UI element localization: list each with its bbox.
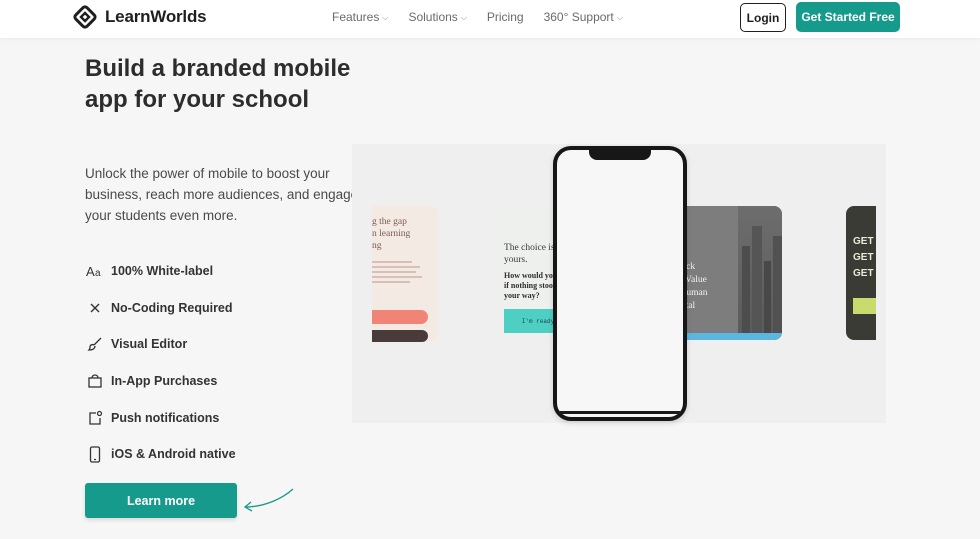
shopping-bag-icon (85, 371, 105, 391)
card-body-placeholder (372, 258, 432, 286)
menu-item-features[interactable]: Features ⌵ (332, 10, 388, 24)
brand-logo[interactable]: LearnWorlds (72, 4, 207, 30)
feature-item: iOS & Android native (85, 436, 236, 473)
feature-label: No-Coding Required (111, 300, 233, 315)
page-title: Build a branded mobile app for your scho… (85, 55, 351, 113)
feature-list: Aa 100% White-label No-Coding Required V… (85, 253, 236, 473)
close-icon (85, 298, 105, 318)
app-preview-card: nlock ne Value f Human apital (674, 206, 782, 340)
mobile-icon (85, 444, 105, 464)
feature-item: In-App Purchases (85, 363, 236, 400)
font-icon: Aa (85, 261, 105, 281)
feature-label: Visual Editor (111, 337, 188, 352)
chevron-down-icon: ⌵ (382, 13, 389, 22)
card-button (853, 298, 876, 314)
phone-home-bar (560, 411, 680, 414)
learnworlds-logo-icon (72, 4, 98, 30)
feature-label: In-App Purchases (111, 374, 218, 389)
card-heading: The choice is yours. (504, 243, 555, 265)
feature-label: iOS & Android native (111, 447, 236, 462)
get-started-button[interactable]: Get Started Free (796, 2, 900, 32)
city-image (738, 206, 782, 340)
hero-description: Unlock the power of mobile to boost your… (85, 166, 359, 223)
menu-item-pricing[interactable]: Pricing (487, 10, 524, 24)
menu-item-label: Solutions (408, 10, 458, 24)
svg-text:A: A (86, 264, 95, 278)
menu-item-label: 360° Support (543, 10, 614, 24)
chevron-down-icon: ⌵ (616, 13, 623, 22)
brush-icon (85, 334, 105, 354)
feature-item: Visual Editor (85, 326, 236, 363)
card-heading: g the gap n learning ng (372, 217, 411, 251)
notification-icon (85, 408, 105, 428)
card-button (674, 333, 782, 340)
feature-item: Push notifications (85, 399, 236, 436)
login-button[interactable]: Login (740, 3, 786, 32)
learn-more-button[interactable]: Learn more (85, 483, 237, 518)
top-navigation: LearnWorlds Features ⌵ Solutions ⌵ Prici… (0, 0, 980, 38)
app-preview-card: GET GET GET (846, 206, 876, 340)
chevron-down-icon: ⌵ (460, 13, 467, 22)
card-button (372, 310, 428, 324)
feature-label: Push notifications (111, 410, 220, 425)
feature-item: No-Coding Required (85, 290, 236, 327)
card-heading: GET GET GET (853, 236, 874, 279)
menu-item-support[interactable]: 360° Support ⌵ (544, 10, 623, 24)
menu-item-label: Pricing (486, 10, 524, 24)
phone-screen (560, 156, 680, 412)
main-menu: Features ⌵ Solutions ⌵ Pricing 360° Supp… (332, 10, 643, 24)
app-preview-card: g the gap n learning ng (372, 206, 438, 342)
card-button (372, 330, 428, 342)
feature-item: Aa 100% White-label (85, 253, 236, 290)
app-showcase: g the gap n learning ng The choice is yo… (352, 144, 886, 423)
brand-name: LearnWorlds (105, 7, 207, 26)
phone-mockup (553, 146, 687, 421)
pointer-arrow-icon (242, 487, 296, 518)
feature-label: 100% White-label (111, 264, 214, 279)
menu-item-label: Features (332, 10, 380, 24)
svg-text:a: a (95, 268, 101, 278)
menu-item-solutions[interactable]: Solutions ⌵ (408, 10, 466, 24)
